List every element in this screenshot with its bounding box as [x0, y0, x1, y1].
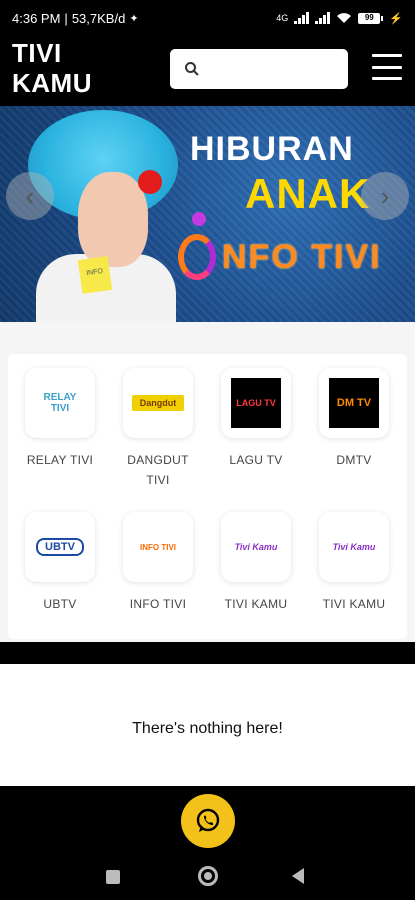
channel-tile-dangdut-tivi[interactable]: Dangdut DANGDUT TIVI [109, 368, 207, 490]
signal-icon-1 [294, 12, 310, 24]
banner-figure-face [78, 172, 148, 267]
home-button[interactable] [198, 866, 218, 886]
sticky-note: INFO [77, 256, 113, 294]
app-title: TIVI KAMU [12, 38, 92, 98]
channel-logo: UBTV [25, 512, 95, 582]
channel-logo: LAGU TV [221, 368, 291, 438]
app-title-line2: KAMU [12, 68, 92, 98]
channel-tile-ubtv[interactable]: UBTV UBTV [11, 512, 109, 614]
clown-nose [138, 170, 162, 194]
recent-apps-button[interactable] [106, 870, 120, 884]
channel-grid-area: RELAY TIVI RELAY TIVI Dangdut DANGDUT TI… [0, 322, 415, 642]
channel-logo: RELAY TIVI [25, 368, 95, 438]
channel-logo: DM TV [319, 368, 389, 438]
channel-tile-tivi-kamu-2[interactable]: Tivi Kamu TIVI KAMU [305, 512, 403, 614]
banner-carousel[interactable]: INFO HIBURAN ANAK NFO TIVI ‹ › [0, 106, 415, 322]
channel-grid: RELAY TIVI RELAY TIVI Dangdut DANGDUT TI… [8, 354, 407, 639]
hamburger-menu-icon[interactable] [372, 52, 402, 82]
status-network-speed: 53,7KB/d [71, 10, 126, 26]
app-title-line1: TIVI [12, 38, 62, 68]
charging-icon: ⚡ [389, 12, 403, 25]
status-right: 4G 99 ⚡ [276, 12, 403, 25]
app-bar: TIVI KAMU [0, 36, 415, 106]
wifi-off-icon: ✦ [129, 12, 139, 25]
whatsapp-icon [196, 808, 220, 832]
carousel-next-button[interactable]: › [361, 172, 409, 220]
battery-level: 99 [358, 12, 381, 24]
channel-label: UBTV [43, 597, 77, 611]
banner-headline-line2: ANAK [245, 170, 371, 217]
app-screen: 4:36 PM | 53,7KB/d ✦ 4G 99 ⚡ TIVI KAMU I… [0, 0, 415, 900]
channel-tile-dmtv[interactable]: DM TV DMTV [305, 368, 403, 470]
channel-tile-tivi-kamu-1[interactable]: Tivi Kamu TIVI KAMU [207, 512, 305, 614]
banner-brand-text: NFO TIVI [222, 237, 382, 276]
status-separator: | [64, 10, 68, 26]
back-button[interactable] [292, 868, 304, 884]
info-tivi-logo-icon [178, 212, 216, 280]
signal-icon-2 [315, 12, 331, 24]
channel-label: LAGU TV [229, 453, 283, 467]
whatsapp-button[interactable] [181, 794, 235, 848]
status-bar: 4:36 PM | 53,7KB/d ✦ 4G 99 ⚡ [0, 0, 415, 36]
search-icon [185, 62, 199, 76]
channel-tile-info-tivi[interactable]: INFO TIVI INFO TIVI [109, 512, 207, 614]
banner-headline-line1: HIBURAN [190, 130, 354, 168]
empty-state-panel: There's nothing here! [0, 664, 415, 786]
divider-strip [0, 642, 415, 664]
channel-label: RELAY TIVI [26, 453, 94, 467]
channel-logo: Dangdut [123, 368, 193, 438]
channel-tile-relay-tivi[interactable]: RELAY TIVI RELAY TIVI [11, 368, 109, 470]
status-time: 4:36 PM [12, 10, 61, 26]
channel-logo: INFO TIVI [123, 512, 193, 582]
channel-logo: Tivi Kamu [319, 512, 389, 582]
channel-label: INFO TIVI [129, 597, 187, 611]
channel-label: DMTV [336, 453, 372, 467]
status-left: 4:36 PM | 53,7KB/d ✦ [12, 11, 139, 26]
bottom-area [0, 786, 415, 900]
search-box[interactable] [170, 49, 348, 89]
wifi-icon [337, 13, 352, 23]
carousel-prev-button[interactable]: ‹ [6, 172, 54, 220]
channel-label: DANGDUT TIVI [127, 453, 189, 487]
channel-label: TIVI KAMU [322, 597, 386, 611]
channel-tile-lagu-tv[interactable]: LAGU TV LAGU TV [207, 368, 305, 470]
network-type: 4G [276, 13, 289, 23]
battery-icon: 99 [358, 12, 384, 24]
banner-brand: NFO TIVI [178, 212, 382, 280]
channel-logo: Tivi Kamu [221, 512, 291, 582]
empty-state-message: There's nothing here! [132, 720, 283, 737]
channel-label: TIVI KAMU [224, 597, 288, 611]
search-input[interactable] [208, 61, 338, 77]
